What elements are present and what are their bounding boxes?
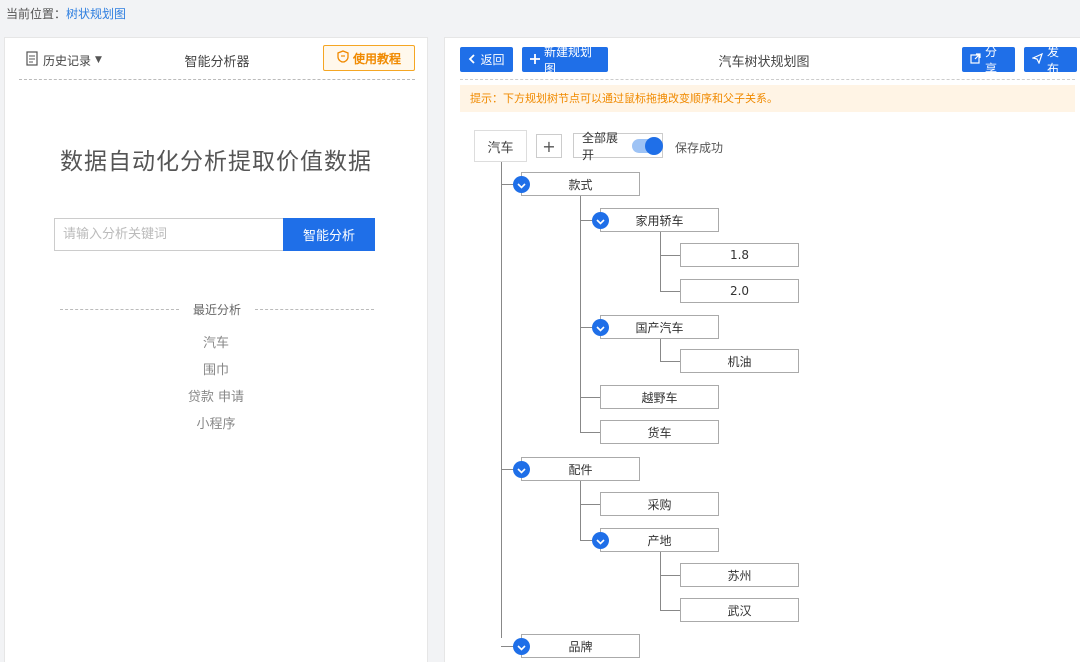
- shield-icon: [337, 50, 349, 66]
- tree-root-node[interactable]: 汽车: [474, 130, 527, 162]
- tree-node-wuhan[interactable]: 武汉: [680, 598, 799, 622]
- history-dropdown[interactable]: 历史记录 ▼: [25, 50, 102, 70]
- share-button[interactable]: 分享: [962, 45, 1015, 76]
- collapse-toggle[interactable]: [592, 532, 609, 549]
- new-plan-label: 新建规划图: [544, 44, 593, 76]
- tree-panel: 返回 新建规划图 汽车树状规划图 分享 发布 提示：下方规划树节点可以通过鼠标拖…: [444, 37, 1080, 662]
- breadcrumb: 当前位置：树状规划图: [6, 5, 126, 23]
- tree-node-origin[interactable]: 产地: [600, 528, 719, 552]
- expand-all-label: 全部展开: [582, 130, 619, 162]
- analyzer-panel: 历史记录 ▼ 智能分析器 使用教程 数据自动化分析提取价值数据 智能分析 最近分…: [4, 37, 428, 662]
- send-icon: [1031, 52, 1043, 67]
- tree-node-sedan[interactable]: 家用轿车: [600, 208, 719, 232]
- collapse-toggle[interactable]: [513, 638, 530, 655]
- chevron-down-icon: [596, 321, 605, 335]
- plus-icon: [530, 53, 540, 67]
- breadcrumb-current-link[interactable]: 树状规划图: [66, 7, 126, 21]
- tip-banner: 提示：下方规划树节点可以通过鼠标拖拽改变顺序和父子关系。: [460, 85, 1075, 112]
- recent-item[interactable]: 小程序: [5, 415, 427, 442]
- external-link-icon: [970, 52, 981, 67]
- recent-item[interactable]: 贷款 申请: [5, 388, 427, 415]
- share-label: 分享: [985, 44, 998, 76]
- chevron-left-icon: [468, 53, 476, 67]
- recent-list: 汽车 围巾 贷款 申请 小程序: [5, 334, 427, 442]
- new-plan-button[interactable]: 新建规划图: [522, 45, 608, 76]
- tree-node-brand[interactable]: 品牌: [521, 634, 640, 658]
- collapse-toggle[interactable]: [513, 176, 530, 193]
- chevron-down-icon: [517, 178, 526, 192]
- publish-button[interactable]: 发布: [1024, 45, 1077, 76]
- tree-node-suzhou[interactable]: 苏州: [680, 563, 799, 587]
- chevron-down-icon: [596, 214, 605, 228]
- tree-node-parts[interactable]: 配件: [521, 457, 640, 481]
- document-icon: [25, 51, 39, 69]
- chevron-down-icon: [517, 463, 526, 477]
- tutorial-button[interactable]: 使用教程: [323, 45, 415, 71]
- caret-down-icon: ▼: [95, 55, 102, 65]
- chevron-down-icon: [517, 640, 526, 654]
- tree-header: 返回 新建规划图 汽车树状规划图 分享 发布: [445, 38, 1080, 78]
- recent-divider: 最近分析: [60, 301, 375, 318]
- save-status: 保存成功: [675, 141, 724, 155]
- recent-label: 最近分析: [193, 303, 242, 317]
- keyword-input[interactable]: [54, 218, 283, 251]
- analyzer-header: 历史记录 ▼ 智能分析器 使用教程: [19, 38, 415, 80]
- collapse-toggle[interactable]: [592, 319, 609, 336]
- expand-all-toggle[interactable]: 全部展开: [573, 131, 663, 162]
- tree-node-1-8[interactable]: 1.8: [680, 243, 799, 267]
- recent-item[interactable]: 围巾: [5, 361, 427, 388]
- tree-node-2-0[interactable]: 2.0: [680, 279, 799, 303]
- tree-node-domestic[interactable]: 国产汽车: [600, 315, 719, 339]
- analyze-button[interactable]: 智能分析: [283, 218, 375, 251]
- tree-node-oil[interactable]: 机油: [680, 349, 799, 373]
- recent-item[interactable]: 汽车: [5, 334, 427, 361]
- search-bar: 智能分析: [54, 218, 375, 251]
- breadcrumb-prefix: 当前位置：: [6, 7, 67, 21]
- collapse-toggle[interactable]: [592, 212, 609, 229]
- tree-connector: [501, 162, 502, 638]
- hero-heading: 数据自动化分析提取价值数据: [60, 149, 372, 175]
- tree-node-suv[interactable]: 越野车: [600, 385, 719, 409]
- tree-node-purchase[interactable]: 采购: [600, 492, 719, 516]
- chevron-down-icon: [596, 534, 605, 548]
- tree-node-truck[interactable]: 货车: [600, 420, 719, 444]
- publish-label: 发布: [1047, 44, 1060, 76]
- collapse-toggle[interactable]: [513, 461, 530, 478]
- back-label: 返回: [480, 53, 505, 67]
- back-button[interactable]: 返回: [460, 47, 513, 72]
- tutorial-label: 使用教程: [352, 51, 401, 66]
- toggle-switch[interactable]: [632, 136, 663, 155]
- tree-node-style[interactable]: 款式: [521, 172, 640, 196]
- history-label: 历史记录: [43, 53, 92, 68]
- add-node-button[interactable]: +: [536, 134, 562, 158]
